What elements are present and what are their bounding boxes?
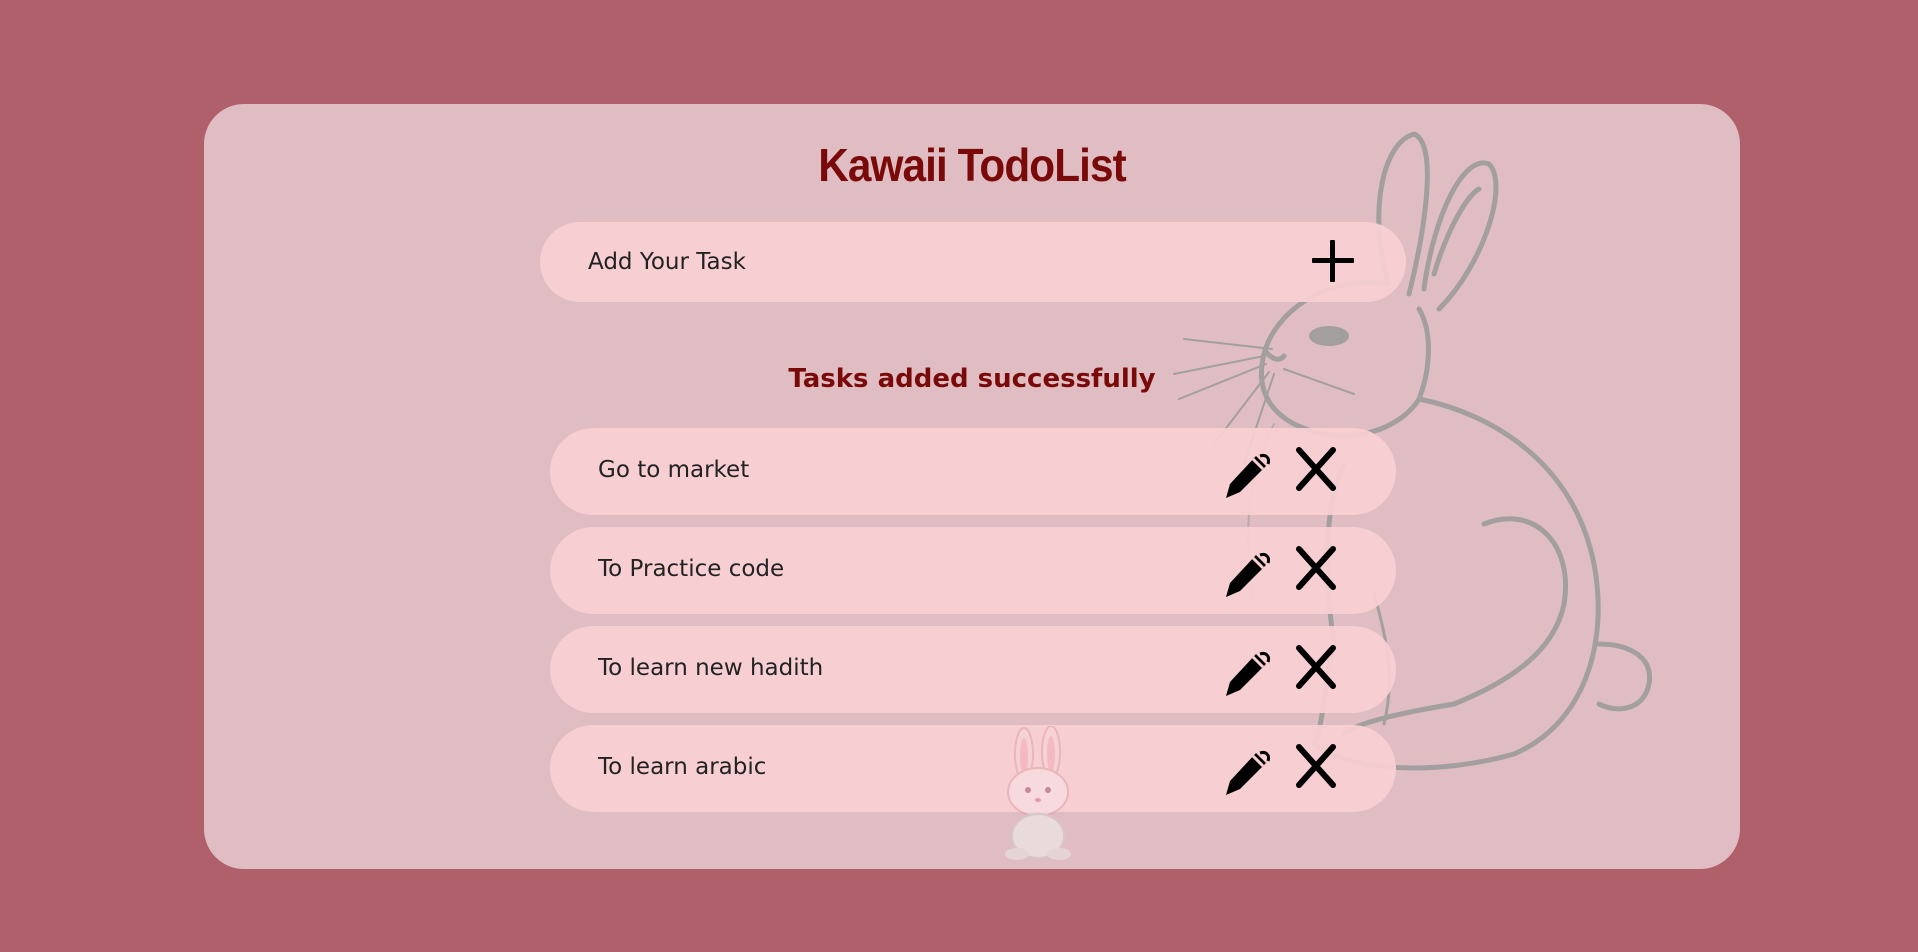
add-task-input[interactable] [588,222,1248,302]
close-icon[interactable] [1295,644,1337,690]
pencil-icon[interactable] [1220,650,1270,700]
todo-card: Kawaii TodoList Tasks added successfully… [204,104,1740,869]
close-icon[interactable] [1295,743,1337,789]
task-text: To learn arabic [598,754,767,780]
add-task-bar [540,222,1406,302]
app-title: Kawaii TodoList [818,139,1126,191]
task-item: To learn arabic [550,725,1396,812]
task-list: Go to market To Practice code To learn n… [550,428,1396,824]
pencil-icon[interactable] [1220,749,1270,799]
status-message: Tasks added successfully [788,364,1156,394]
task-item: To Practice code [550,527,1396,614]
task-text: To Practice code [598,556,785,582]
plus-icon[interactable] [1310,238,1356,284]
close-icon[interactable] [1295,446,1337,492]
task-text: Go to market [598,457,750,483]
pencil-icon[interactable] [1220,452,1270,502]
task-text: To learn new hadith [598,655,824,681]
close-icon[interactable] [1295,545,1337,591]
task-item: Go to market [550,428,1396,515]
pencil-icon[interactable] [1220,551,1270,601]
task-item: To learn new hadith [550,626,1396,713]
